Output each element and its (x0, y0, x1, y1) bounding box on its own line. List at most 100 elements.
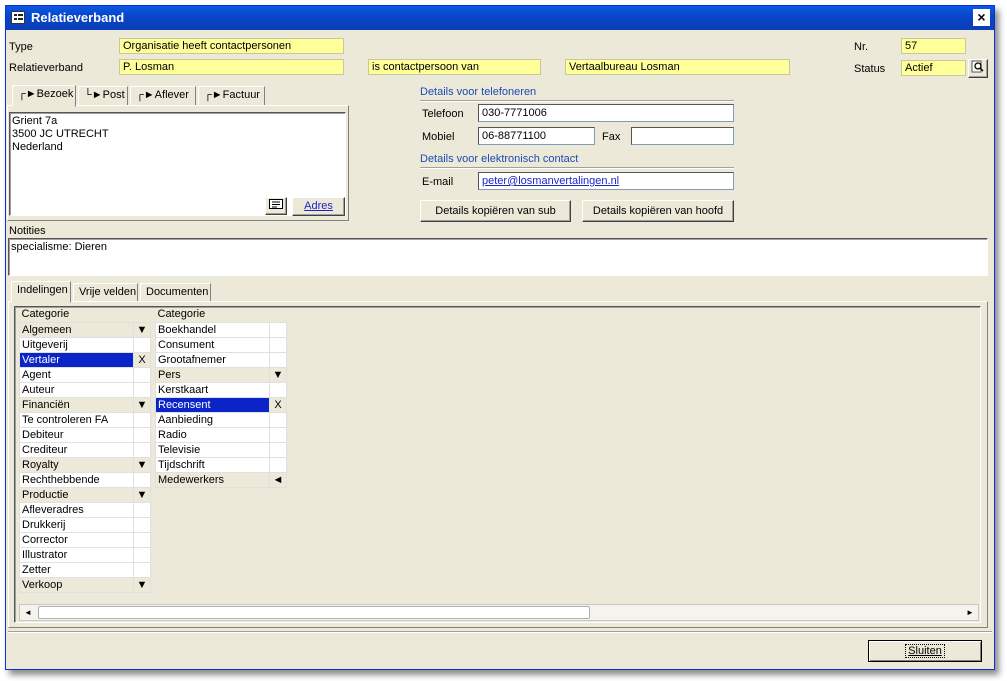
scroll-thumb[interactable] (38, 606, 590, 619)
group-toggle-icon[interactable]: ◄ (269, 471, 287, 488)
category-row[interactable]: Boekhandel (155, 321, 287, 338)
category-check-cell[interactable] (269, 456, 287, 473)
telefoon-field[interactable]: 030-7771006 (478, 104, 734, 122)
email-link[interactable]: peter@losmanvertalingen.nl (482, 175, 619, 187)
category-row[interactable]: Tijdschrift (155, 456, 287, 473)
category-label[interactable]: Consument (155, 336, 270, 353)
category-row[interactable]: Crediteur (19, 441, 151, 458)
category-row[interactable]: Aanbieding (155, 411, 287, 428)
category-label[interactable]: Radio (155, 426, 270, 443)
group-toggle-icon[interactable]: ▼ (133, 396, 151, 413)
group-toggle-icon[interactable]: ▼ (133, 486, 151, 503)
category-label[interactable]: Vertaler (19, 351, 134, 368)
category-check-cell[interactable] (133, 336, 151, 353)
category-check-cell[interactable] (269, 426, 287, 443)
category-label[interactable]: Tijdschrift (155, 456, 270, 473)
category-check-cell[interactable] (133, 471, 151, 488)
category-label[interactable]: Afleveradres (19, 501, 134, 518)
relatie-field[interactable]: P. Losman (119, 59, 344, 75)
tab-documenten[interactable]: Documenten (140, 283, 211, 302)
category-label[interactable]: Recensent (155, 396, 270, 413)
category-label[interactable]: Verkoop (19, 576, 134, 593)
category-check-cell[interactable] (133, 426, 151, 443)
category-label[interactable]: Financiën (19, 396, 134, 413)
category-label[interactable]: Kerstkaart (155, 381, 270, 398)
category-group-row[interactable]: Verkoop ▼ (19, 576, 151, 593)
category-label[interactable]: Debiteur (19, 426, 134, 443)
category-label[interactable]: Auteur (19, 381, 134, 398)
category-label[interactable]: Zetter (19, 561, 134, 578)
category-check-cell[interactable] (133, 441, 151, 458)
category-label[interactable]: Te controleren FA (19, 411, 134, 428)
notities-field[interactable]: specialisme: Dieren (8, 238, 988, 276)
category-row[interactable]: Vertaler X (19, 351, 151, 368)
close-icon[interactable]: × (973, 9, 990, 26)
category-row[interactable]: Illustrator (19, 546, 151, 563)
fax-field[interactable] (631, 127, 734, 145)
category-group-row[interactable]: Pers ▼ (155, 366, 287, 383)
category-row[interactable]: Radio (155, 426, 287, 443)
category-group-row[interactable]: Algemeen ▼ (19, 321, 151, 338)
category-label[interactable]: Crediteur (19, 441, 134, 458)
category-check-cell[interactable] (269, 336, 287, 353)
category-row[interactable]: Rechthebbende (19, 471, 151, 488)
category-row[interactable]: Drukkerij (19, 516, 151, 533)
category-label[interactable]: Uitgeverij (19, 336, 134, 353)
category-check-cell[interactable] (133, 411, 151, 428)
category-check-cell[interactable] (133, 516, 151, 533)
category-check-cell[interactable]: X (133, 351, 151, 368)
category-row[interactable]: Auteur (19, 381, 151, 398)
category-label[interactable]: Drukkerij (19, 516, 134, 533)
category-check-cell[interactable] (269, 381, 287, 398)
category-group-row[interactable]: Financiën ▼ (19, 396, 151, 413)
category-label[interactable]: Illustrator (19, 546, 134, 563)
category-label[interactable]: Televisie (155, 441, 270, 458)
sluiten-button[interactable]: Sluiten (868, 640, 982, 662)
category-check-cell[interactable] (133, 531, 151, 548)
category-check-cell[interactable] (269, 441, 287, 458)
group-toggle-icon[interactable]: ▼ (133, 321, 151, 338)
category-label[interactable]: Rechthebbende (19, 471, 134, 488)
category-check-cell[interactable] (133, 501, 151, 518)
related-organisation-field[interactable]: Vertaalbureau Losman (565, 59, 790, 75)
category-check-cell[interactable] (269, 411, 287, 428)
category-row[interactable]: Debiteur (19, 426, 151, 443)
address-card-button[interactable] (265, 197, 287, 215)
nr-field[interactable]: 57 (901, 38, 966, 54)
copy-from-sub-button[interactable]: Details kopiëren van sub (420, 200, 571, 222)
category-label[interactable]: Royalty (19, 456, 134, 473)
tab-vrije-velden[interactable]: Vrije velden (73, 283, 138, 302)
status-lookup-button[interactable] (968, 59, 988, 78)
relation-type-field[interactable]: is contactpersoon van (368, 59, 541, 75)
tab-post[interactable]: └►Post (78, 86, 128, 105)
category-label[interactable]: Algemeen (19, 321, 134, 338)
category-label[interactable]: Pers (155, 366, 270, 383)
category-row[interactable]: Televisie (155, 441, 287, 458)
tab-indelingen[interactable]: Indelingen (11, 281, 71, 303)
category-check-cell[interactable] (269, 321, 287, 338)
category-group-row[interactable]: Royalty ▼ (19, 456, 151, 473)
category-check-cell[interactable] (133, 546, 151, 563)
group-toggle-icon[interactable]: ▼ (133, 576, 151, 593)
scroll-right-icon[interactable]: ► (962, 605, 978, 620)
category-label[interactable]: Boekhandel (155, 321, 270, 338)
category-row[interactable]: Consument (155, 336, 287, 353)
category-label[interactable]: Grootafnemer (155, 351, 270, 368)
group-toggle-icon[interactable]: ▼ (133, 456, 151, 473)
category-group-row[interactable]: Medewerkers ◄ (155, 471, 287, 488)
group-toggle-icon[interactable]: ▼ (269, 366, 287, 383)
tab-aflever[interactable]: ┌►Aflever (130, 86, 196, 105)
tab-factuur[interactable]: ┌►Factuur (198, 86, 265, 105)
category-row[interactable]: Recensent X (155, 396, 287, 413)
category-row[interactable]: Afleveradres (19, 501, 151, 518)
category-row[interactable]: Agent (19, 366, 151, 383)
category-check-cell[interactable] (133, 381, 151, 398)
category-check-cell[interactable]: X (269, 396, 287, 413)
category-label[interactable]: Agent (19, 366, 134, 383)
tab-bezoek[interactable]: ┌►Bezoek (12, 85, 76, 107)
category-label[interactable]: Medewerkers (155, 471, 270, 488)
address-box[interactable]: Grient 7a 3500 JC UTRECHT Nederland Adre… (9, 112, 346, 216)
email-field[interactable]: peter@losmanvertalingen.nl (478, 172, 734, 190)
category-row[interactable]: Zetter (19, 561, 151, 578)
category-row[interactable]: Grootafnemer (155, 351, 287, 368)
